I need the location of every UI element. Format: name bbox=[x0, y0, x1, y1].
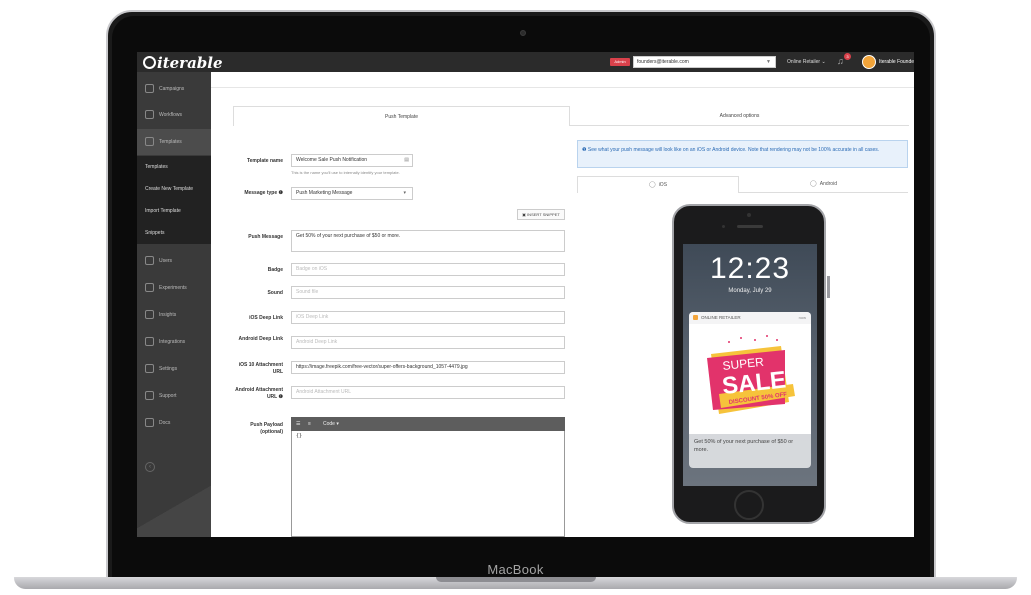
avatar[interactable] bbox=[862, 55, 876, 69]
home-button bbox=[734, 490, 764, 520]
laptop-screen: iterable Admin founders@iterable.com ▼ On… bbox=[137, 52, 914, 537]
align-icon[interactable]: ≡ bbox=[308, 417, 311, 431]
docs-icon bbox=[145, 418, 154, 427]
badge-input[interactable]: Badge on iOS bbox=[291, 263, 565, 276]
notification-app-name: ONLINE RETAILER bbox=[701, 315, 741, 320]
template-name-hint: This is the name you'll use to internall… bbox=[291, 170, 400, 175]
push-message-textarea[interactable]: Get 50% of your next purchase of $50 or … bbox=[291, 230, 565, 252]
preview-info-box: ❶ See what your push message will look l… bbox=[577, 140, 908, 168]
iphone-preview: 12:23 Monday, July 29 ONLINE RETAILER no… bbox=[672, 204, 830, 524]
laptop-base bbox=[14, 577, 1017, 589]
android-deep-link-input[interactable]: Android Deep Link bbox=[291, 336, 565, 349]
sidebar-item-settings[interactable]: Settings bbox=[137, 356, 211, 382]
lock-clock: 12:23 bbox=[709, 252, 791, 285]
android-icon: ◯ bbox=[810, 181, 817, 187]
android-attachment-input[interactable]: Android Attachment URL bbox=[291, 386, 565, 399]
indent-icon[interactable]: ☰ bbox=[296, 417, 300, 431]
sidebar-subitem-templates[interactable]: Templates bbox=[137, 156, 211, 178]
notification-count-badge: 3 bbox=[844, 53, 851, 60]
email-select[interactable]: founders@iterable.com ▼ bbox=[633, 56, 776, 68]
sidebar-item-campaigns[interactable]: Campaigns bbox=[137, 76, 211, 102]
main-content: Push Template Advanced options Template … bbox=[211, 72, 914, 537]
tab-push-template[interactable]: Push Template bbox=[233, 106, 570, 126]
ios-deep-link-label: iOS Deep Link bbox=[249, 315, 283, 321]
app-icon bbox=[693, 315, 698, 320]
logo-mark-icon bbox=[143, 56, 156, 69]
top-bar: iterable Admin founders@iterable.com ▼ On… bbox=[137, 52, 914, 72]
chevron-down-icon: ▼ bbox=[766, 59, 771, 65]
ios-deep-link-input[interactable]: iOS Deep Link bbox=[291, 311, 565, 324]
ios10-attachment-label: iOS 10 Attachment URL bbox=[238, 362, 283, 375]
insights-icon bbox=[145, 310, 154, 319]
sidebar-item-workflows[interactable]: Workflows bbox=[137, 102, 211, 128]
sidebar-item-experiments[interactable]: Experiments bbox=[137, 275, 211, 301]
editor-toolbar: ☰ ≡ Code ▾ bbox=[291, 417, 565, 431]
lock-screen: 12:23 Monday, July 29 ONLINE RETAILER no… bbox=[683, 244, 817, 486]
macbook-label: MacBook bbox=[487, 562, 544, 577]
sidebar: Campaigns Workflows Templates Templates … bbox=[137, 72, 211, 537]
sidebar-item-templates[interactable]: Templates bbox=[137, 129, 211, 155]
user-name[interactable]: Iterable Founde bbox=[879, 56, 914, 68]
sale-graphic: SUPER SALE DISCOUNT 50% OFF bbox=[707, 335, 795, 414]
campaigns-icon bbox=[145, 84, 154, 93]
android-attachment-label: Android Attachment URL ❶ bbox=[235, 387, 283, 400]
collapse-sidebar-icon[interactable]: ‹ bbox=[145, 462, 155, 472]
integrations-icon bbox=[145, 337, 154, 346]
workflows-icon bbox=[145, 110, 154, 119]
admin-badge: Admin bbox=[610, 58, 630, 66]
insert-snippet-button[interactable]: ▣ INSERT SNIPPET bbox=[517, 209, 565, 220]
sidebar-subitem-snippets[interactable]: Snippets bbox=[137, 222, 211, 244]
tab-android-preview[interactable]: ◯ Android bbox=[739, 176, 908, 193]
badge-label: Badge bbox=[267, 267, 283, 273]
settings-icon bbox=[145, 364, 154, 373]
sidebar-subitem-import-template[interactable]: Import Template bbox=[137, 200, 211, 222]
apple-icon: ◯ bbox=[648, 182, 656, 188]
tab-advanced-options[interactable]: Advanced options bbox=[570, 106, 909, 126]
notification-time: now bbox=[798, 315, 806, 320]
code-mode-select[interactable]: Code ▾ bbox=[323, 417, 339, 431]
push-payload-label: Push Payload (optional) bbox=[250, 422, 283, 435]
ios10-attachment-input[interactable]: https://image.freepik.com/free-vector/su… bbox=[291, 361, 565, 374]
users-icon bbox=[145, 256, 154, 265]
template-name-input[interactable]: Welcome Sale Push Notification ▤ bbox=[291, 154, 413, 167]
message-type-label: Message type ❶ bbox=[244, 190, 283, 196]
sale-image: SUPER SALE DISCOUNT 50% OFF bbox=[689, 324, 811, 434]
sound-input[interactable]: Sound file bbox=[291, 286, 565, 299]
sound-label: Sound bbox=[267, 290, 283, 296]
sidebar-item-integrations[interactable]: Integrations bbox=[137, 329, 211, 355]
stage: iterable Admin founders@iterable.com ▼ On… bbox=[0, 0, 1031, 595]
tab-ios-preview[interactable]: ◯ iOS bbox=[577, 176, 739, 193]
push-notification-preview: ONLINE RETAILER now SUPER SALE DISCOUNT … bbox=[689, 312, 811, 468]
support-icon bbox=[145, 391, 154, 400]
chevron-down-icon: ▾ bbox=[403, 190, 406, 196]
templates-icon bbox=[145, 137, 154, 146]
lock-date: Monday, July 29 bbox=[728, 288, 772, 294]
push-message-label: Push Message bbox=[248, 234, 283, 240]
sidebar-item-support[interactable]: Support bbox=[137, 383, 211, 409]
sidebar-item-insights[interactable]: Insights bbox=[137, 302, 211, 328]
iterable-logo[interactable]: iterable bbox=[143, 54, 223, 72]
document-icon: ▤ bbox=[404, 157, 409, 163]
sidebar-item-docs[interactable]: Docs bbox=[137, 410, 211, 436]
android-deep-link-label: Android Deep Link bbox=[238, 336, 283, 342]
notification-body: Get 50% of your next purchase of $50 or … bbox=[694, 439, 794, 453]
message-type-select[interactable]: Push Marketing Message ▾ bbox=[291, 187, 413, 200]
sidebar-subitem-create-new-template[interactable]: Create New Template bbox=[137, 178, 211, 200]
push-payload-editor[interactable]: {} bbox=[291, 431, 565, 537]
org-select[interactable]: Online Retailer ⌄ bbox=[787, 56, 826, 68]
sidebar-item-users[interactable]: Users bbox=[137, 248, 211, 274]
webcam bbox=[520, 30, 526, 36]
experiments-icon bbox=[145, 283, 154, 292]
template-name-label: Template name bbox=[246, 158, 283, 164]
